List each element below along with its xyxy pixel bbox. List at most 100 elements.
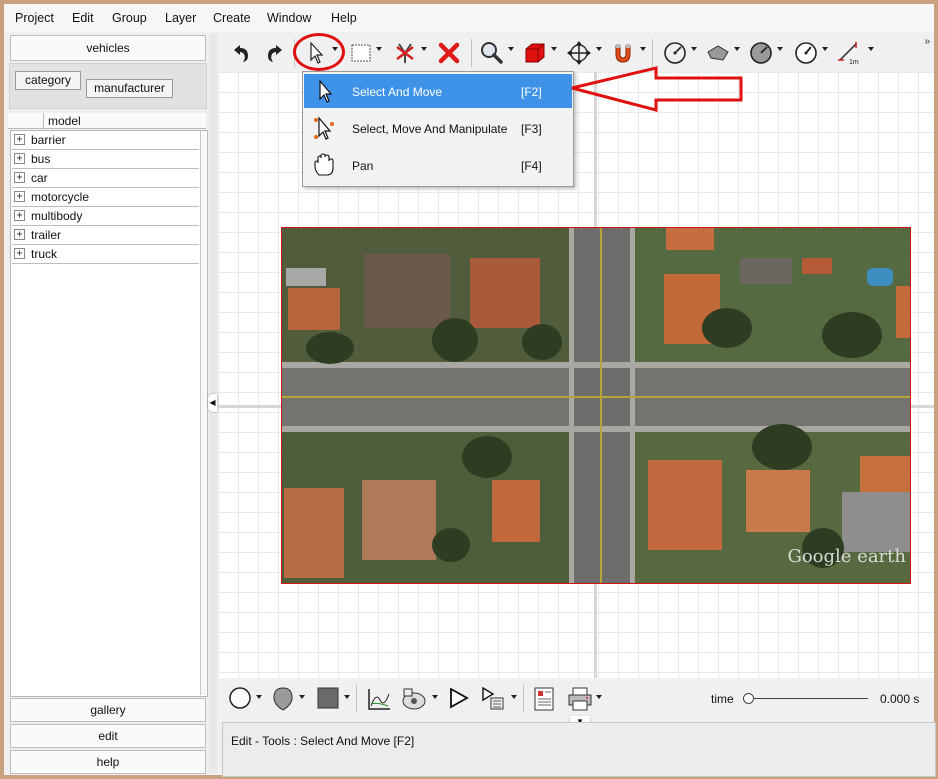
rectangle-select-icon[interactable] (349, 40, 375, 66)
manipulate-cursor-icon (314, 116, 334, 140)
map-watermark: Google earth (787, 546, 906, 567)
map-roof (286, 268, 326, 286)
map-road-vertical (574, 228, 630, 583)
time-slider-track[interactable] (746, 698, 868, 699)
model-column-header[interactable]: model (8, 113, 206, 129)
chart-icon[interactable] (366, 686, 392, 712)
menu-item-select-move-manipulate[interactable]: Select, Move And Manipulate [F3] (304, 111, 572, 145)
collapse-left-panel-icon[interactable]: ◀ (208, 394, 217, 412)
menu-window[interactable]: Window (267, 11, 311, 25)
select-tool-menu: Select And Move [F2] Select, Move And Ma… (302, 71, 574, 187)
expand-icon[interactable]: + (14, 191, 25, 202)
menu-item-select-and-move[interactable]: Select And Move [F2] (304, 74, 572, 108)
expand-icon[interactable]: + (14, 210, 25, 221)
square-fill-icon[interactable] (316, 686, 340, 710)
magnet-icon[interactable] (610, 40, 636, 66)
map-roof (492, 480, 540, 542)
help-button[interactable]: help (10, 750, 206, 774)
map-sidewalk (630, 228, 635, 583)
map-roof (740, 258, 792, 284)
menu-create[interactable]: Create (213, 11, 251, 25)
hand-icon (314, 153, 334, 176)
gallery-button[interactable]: gallery (10, 698, 206, 722)
delete-icon[interactable] (436, 40, 462, 66)
print-icon[interactable] (566, 686, 594, 712)
status-panel: Edit - Tools : Select And Move [F2] (222, 722, 936, 777)
expand-icon[interactable]: + (14, 134, 25, 145)
scale-icon[interactable]: 1m (836, 40, 864, 66)
map-sidewalk (282, 362, 910, 368)
menu-item-label: Pan (352, 159, 374, 173)
expand-icon[interactable]: + (14, 248, 25, 259)
measure-circle-icon[interactable] (662, 40, 688, 66)
map-roof (470, 258, 540, 328)
menu-help[interactable]: Help (331, 11, 357, 25)
map-tree (752, 424, 812, 470)
tree-scrollbar[interactable] (200, 131, 206, 695)
expand-icon[interactable]: + (14, 229, 25, 240)
time-slider-thumb[interactable] (743, 693, 754, 704)
move-caret[interactable] (596, 47, 602, 51)
box-caret[interactable] (551, 47, 557, 51)
map-tree (522, 324, 562, 360)
camera-caret[interactable] (432, 695, 438, 699)
tree-item-bus[interactable]: + bus (12, 150, 199, 169)
circle-caret[interactable] (256, 695, 262, 699)
tree-item-truck[interactable]: + truck (12, 245, 199, 264)
blob-icon[interactable] (270, 686, 296, 712)
compass-icon[interactable] (793, 40, 819, 66)
surface-icon[interactable] (705, 40, 731, 66)
menu-item-pan[interactable]: Pan [F4] (304, 148, 572, 182)
play-icon[interactable] (446, 686, 470, 710)
bottom-toolbar: time 0.000 s (218, 678, 934, 718)
tree-item-motorcycle[interactable]: + motorcycle (12, 188, 199, 207)
sequence-icon[interactable] (480, 686, 508, 712)
expand-icon[interactable]: + (14, 172, 25, 183)
camera-icon[interactable] (400, 686, 430, 712)
expand-icon[interactable]: + (14, 153, 25, 164)
map-roof (896, 286, 910, 338)
tree-item-trailer[interactable]: + trailer (12, 226, 199, 245)
map-sidewalk (569, 228, 574, 583)
tree-item-car[interactable]: + car (12, 169, 199, 188)
menu-layer[interactable]: Layer (165, 11, 196, 25)
blob-caret[interactable] (299, 695, 305, 699)
group-category-button[interactable]: category (15, 71, 81, 90)
tree-item-barrier[interactable]: + barrier (12, 131, 199, 150)
move-icon[interactable] (566, 40, 592, 66)
map-pool (867, 268, 893, 286)
print-caret[interactable] (596, 695, 602, 699)
app-window: Project Edit Group Layer Create Window H… (4, 4, 936, 777)
gauge-caret[interactable] (777, 47, 783, 51)
edit-button[interactable]: edit (10, 724, 206, 748)
square-caret[interactable] (344, 695, 350, 699)
circle-icon[interactable] (228, 686, 252, 710)
gauge-icon[interactable] (748, 40, 774, 66)
magnet-caret[interactable] (640, 47, 646, 51)
library-title-button[interactable]: vehicles (10, 35, 206, 61)
rect-select-caret[interactable] (376, 47, 382, 51)
map-tree (306, 332, 354, 364)
satellite-map-image[interactable]: Google earth (281, 227, 911, 584)
box-3d-icon[interactable] (522, 40, 548, 66)
delete-vertex-icon[interactable] (392, 40, 418, 66)
measure-caret[interactable] (691, 47, 697, 51)
tree-item-label: truck (31, 247, 58, 261)
toolbar-overflow-icon[interactable]: » (924, 36, 930, 47)
menu-item-shortcut: [F3] (521, 122, 542, 136)
menu-project[interactable]: Project (15, 11, 54, 25)
delete-vertex-caret[interactable] (421, 47, 427, 51)
redo-icon[interactable] (264, 40, 288, 66)
zoom-icon[interactable] (479, 40, 505, 66)
zoom-caret[interactable] (508, 47, 514, 51)
tree-item-multibody[interactable]: + multibody (12, 207, 199, 226)
group-manufacturer-button[interactable]: manufacturer (86, 79, 173, 98)
surface-caret[interactable] (734, 47, 740, 51)
menu-edit[interactable]: Edit (72, 11, 94, 25)
scale-caret[interactable] (868, 47, 874, 51)
menu-group[interactable]: Group (112, 11, 147, 25)
undo-icon[interactable] (228, 40, 252, 66)
report-icon[interactable] (532, 686, 556, 712)
compass-caret[interactable] (822, 47, 828, 51)
sequence-caret[interactable] (511, 695, 517, 699)
